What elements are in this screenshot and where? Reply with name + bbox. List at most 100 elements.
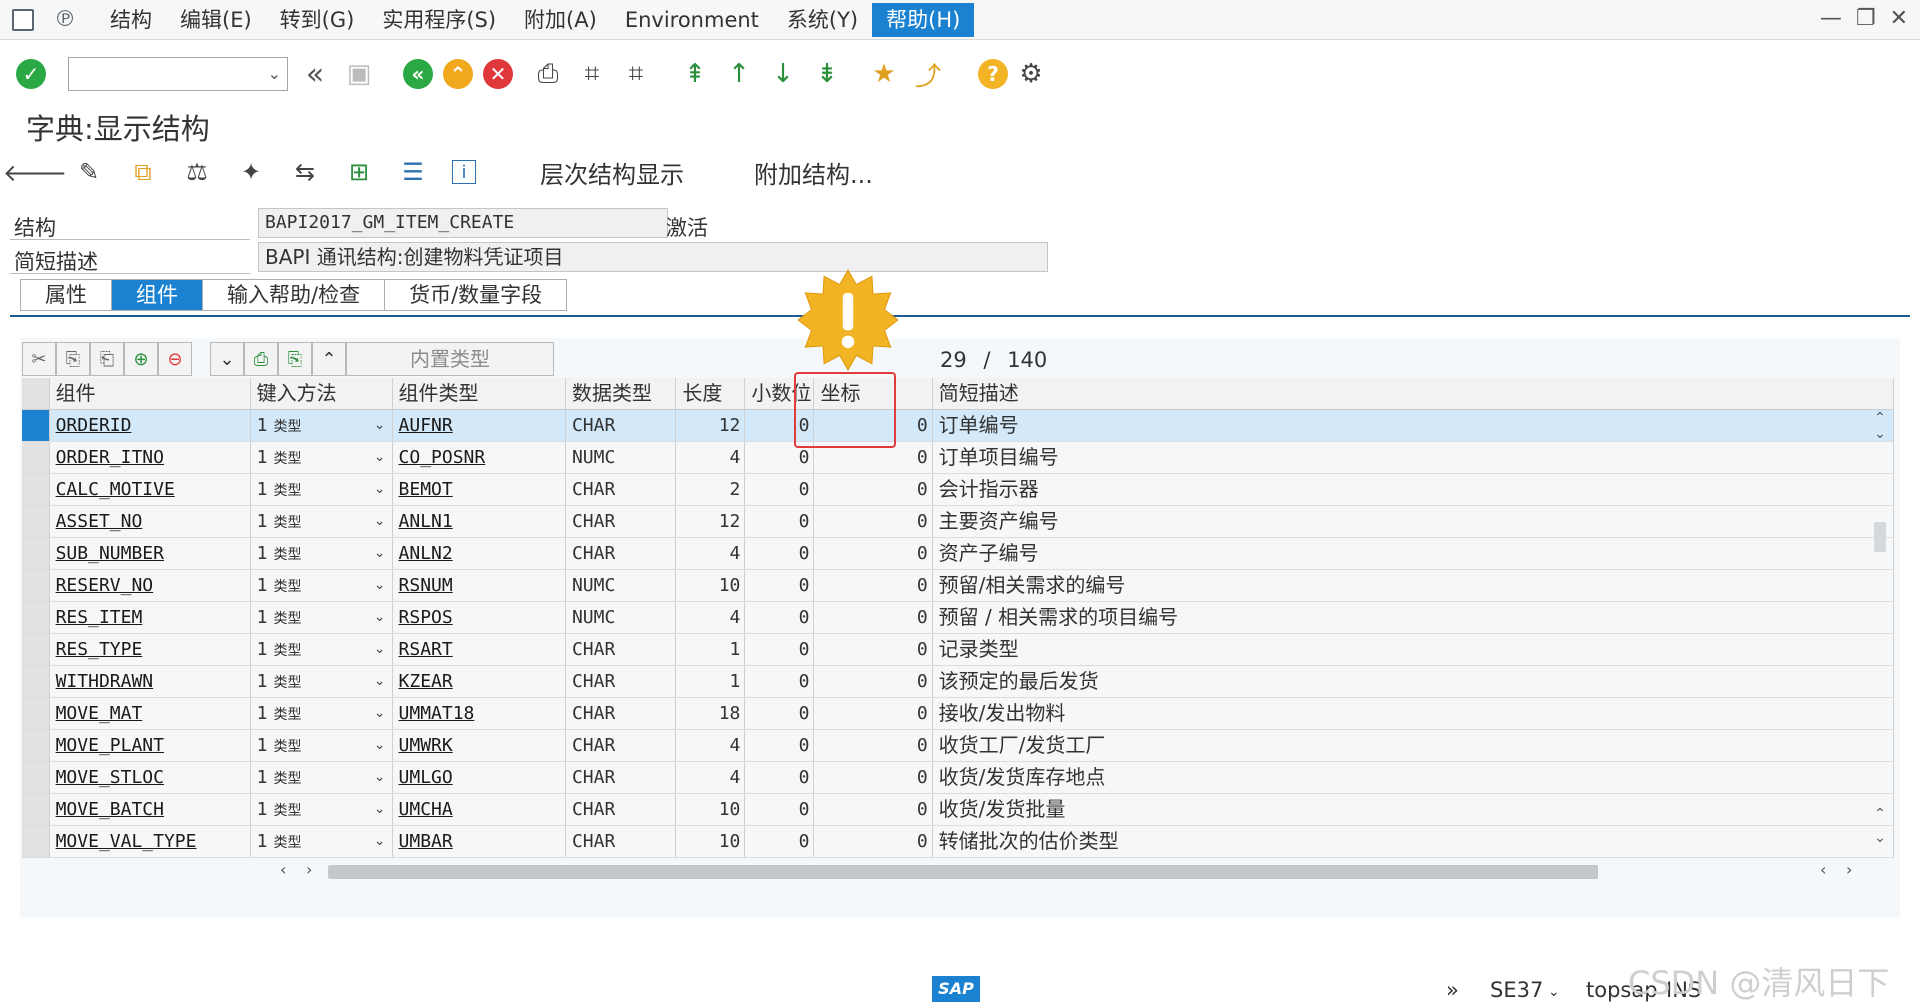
chevron-down-icon[interactable]: ⌄	[374, 506, 386, 537]
component-type-cell[interactable]: KZEAR	[393, 666, 566, 697]
table-row[interactable]: WITHDRAWN 1 类型 ⌄ KZEAR CHAR 1 0 0 该预定的最后发货	[22, 666, 1894, 698]
scroll-up-icon[interactable]: ⌃	[1870, 410, 1890, 426]
table-row[interactable]: MOVE_BATCH 1 类型 ⌄ UMCHA CHAR 10 0 0 收货/发货批量	[22, 794, 1894, 826]
component-type-link[interactable]: UMMAT18	[399, 703, 475, 724]
typing-method-cell[interactable]: 1 类型 ⌄	[251, 410, 393, 441]
chevron-down-icon[interactable]: ⌄	[374, 442, 386, 473]
component-cell[interactable]: RES_ITEM	[50, 602, 251, 633]
column-header[interactable]: 组件	[50, 378, 251, 409]
table-row[interactable]: ASSET_NO 1 类型 ⌄ ANLN1 CHAR 12 0 0 主要资产编号	[22, 506, 1894, 538]
component-cell[interactable]: MOVE_BATCH	[50, 794, 251, 825]
column-header[interactable]: 长度	[676, 378, 746, 409]
where-used-icon[interactable]: ⇆	[290, 157, 320, 187]
component-name[interactable]: ORDERID	[56, 415, 132, 436]
hierarchy-display-button[interactable]: 层次结构显示	[540, 155, 684, 190]
inbuilt-type-button[interactable]: 内置类型	[346, 342, 554, 376]
cancel-icon[interactable]: ✕	[483, 59, 513, 89]
component-name[interactable]: MOVE_VAL_TYPE	[56, 831, 197, 852]
table-row[interactable]: MOVE_STLOC 1 类型 ⌄ UMLGO CHAR 4 0 0 收货/发货库存地点	[22, 762, 1894, 794]
scroll-thumb[interactable]	[1874, 522, 1886, 552]
component-type-cell[interactable]: UMBAR	[393, 826, 566, 857]
component-type-cell[interactable]: RSNUM	[393, 570, 566, 601]
print-icon[interactable]: ⎙	[531, 57, 565, 91]
find-icon[interactable]: ⌗	[575, 57, 609, 91]
component-name[interactable]: MOVE_MAT	[56, 703, 143, 724]
menu-item[interactable]: 帮助(H)	[872, 2, 975, 37]
chevron-down-icon[interactable]: ⌄	[374, 794, 386, 825]
tab[interactable]: 货币/数量字段	[384, 279, 568, 311]
back-arrow-icon[interactable]: 🡐	[3, 157, 67, 187]
component-name[interactable]: WITHDRAWN	[56, 671, 154, 692]
column-header[interactable]: 数据类型	[566, 378, 677, 409]
pin-icon[interactable]: ℗	[54, 8, 76, 31]
typing-method-cell[interactable]: 1 类型 ⌄	[251, 634, 393, 665]
table-row[interactable]: MOVE_MAT 1 类型 ⌄ UMMAT18 CHAR 18 0 0 接收/发出物料	[22, 698, 1894, 730]
chevron-down-icon[interactable]: ⌄	[374, 762, 386, 793]
scroll-left-icon[interactable]: ‹	[280, 860, 286, 879]
component-type-link[interactable]: UMCHA	[399, 799, 453, 820]
first-page-icon[interactable]: ⇞	[678, 57, 712, 91]
component-name[interactable]: MOVE_PLANT	[56, 735, 164, 756]
component-type-link[interactable]: RSPOS	[399, 607, 453, 628]
chevron-down-icon[interactable]: ⌄	[374, 570, 386, 601]
chevron-down-icon[interactable]: ⌄	[268, 64, 281, 83]
component-cell[interactable]: MOVE_MAT	[50, 698, 251, 729]
component-cell[interactable]: ORDERID	[50, 410, 251, 441]
component-type-cell[interactable]: UMCHA	[393, 794, 566, 825]
menu-item[interactable]: Environment	[611, 3, 773, 37]
check-icon[interactable]: ⚖	[182, 157, 212, 187]
collapse-icon[interactable]: ⌃	[312, 342, 346, 376]
app-menu-icon[interactable]	[12, 8, 34, 31]
component-type-cell[interactable]: ANLN1	[393, 506, 566, 537]
structure-name-field[interactable]: BAPI2017_GM_ITEM_CREATE	[258, 208, 668, 238]
copy-icon[interactable]: ⎘	[56, 342, 90, 376]
component-cell[interactable]: WITHDRAWN	[50, 666, 251, 697]
component-type-link[interactable]: UMBAR	[399, 831, 453, 852]
typing-method-cell[interactable]: 1 类型 ⌄	[251, 570, 393, 601]
info-icon[interactable]: i	[452, 160, 476, 184]
list-icon[interactable]: ☰	[398, 157, 428, 187]
row-selector[interactable]	[22, 634, 50, 665]
h-scroll-thumb[interactable]	[328, 865, 1598, 879]
tab[interactable]: 输入帮助/检查	[202, 279, 385, 311]
typing-method-cell[interactable]: 1 类型 ⌄	[251, 762, 393, 793]
vertical-scrollbar[interactable]: ⌃ ⌄ ⌃ ⌄	[1870, 410, 1890, 855]
component-name[interactable]: ASSET_NO	[56, 511, 143, 532]
component-type-link[interactable]: AUFNR	[399, 415, 453, 436]
component-type-link[interactable]: BEMOT	[399, 479, 453, 500]
find-next-icon[interactable]: ⌗	[619, 57, 653, 91]
component-type-cell[interactable]: AUFNR	[393, 410, 566, 441]
row-selector[interactable]	[22, 666, 50, 697]
column-header[interactable]: 组件类型	[393, 378, 566, 409]
import-icon[interactable]: ⎘	[278, 342, 312, 376]
delete-row-icon[interactable]: ⊖	[158, 342, 192, 376]
component-name[interactable]: RES_ITEM	[56, 607, 143, 628]
row-selector[interactable]	[22, 570, 50, 601]
component-name[interactable]: CALC_MOTIVE	[56, 479, 175, 500]
typing-method-cell[interactable]: 1 类型 ⌄	[251, 474, 393, 505]
component-cell[interactable]: ORDER_ITNO	[50, 442, 251, 473]
menu-item[interactable]: 转到(G)	[266, 3, 369, 37]
typing-method-cell[interactable]: 1 类型 ⌄	[251, 826, 393, 857]
component-type-link[interactable]: RSART	[399, 639, 453, 660]
previous-page-icon[interactable]: ↑	[722, 57, 756, 91]
row-selector[interactable]	[22, 602, 50, 633]
horizontal-scrollbar[interactable]: ‹ › ‹ ›	[270, 860, 1890, 882]
row-selector[interactable]	[22, 794, 50, 825]
close-window-icon[interactable]: ✕	[1890, 6, 1908, 31]
chevron-down-icon[interactable]: ⌄	[374, 730, 386, 761]
component-type-link[interactable]: CO_POSNR	[399, 447, 486, 468]
typing-method-cell[interactable]: 1 类型 ⌄	[251, 442, 393, 473]
tab[interactable]: 属性	[20, 279, 111, 311]
chevron-down-icon[interactable]: ⌄	[374, 698, 386, 729]
chevron-down-icon[interactable]: ⌄	[374, 538, 386, 569]
component-type-cell[interactable]: RSART	[393, 634, 566, 665]
component-cell[interactable]: SUB_NUMBER	[50, 538, 251, 569]
row-selector-header[interactable]	[22, 378, 50, 409]
chevron-down-icon[interactable]: ⌄	[374, 602, 386, 633]
minimize-icon[interactable]: —	[1820, 6, 1842, 31]
component-type-link[interactable]: UMLGO	[399, 767, 453, 788]
table-row[interactable]: CALC_MOTIVE 1 类型 ⌄ BEMOT CHAR 2 0 0 会计指示器	[22, 474, 1894, 506]
component-cell[interactable]: CALC_MOTIVE	[50, 474, 251, 505]
row-selector[interactable]	[22, 506, 50, 537]
